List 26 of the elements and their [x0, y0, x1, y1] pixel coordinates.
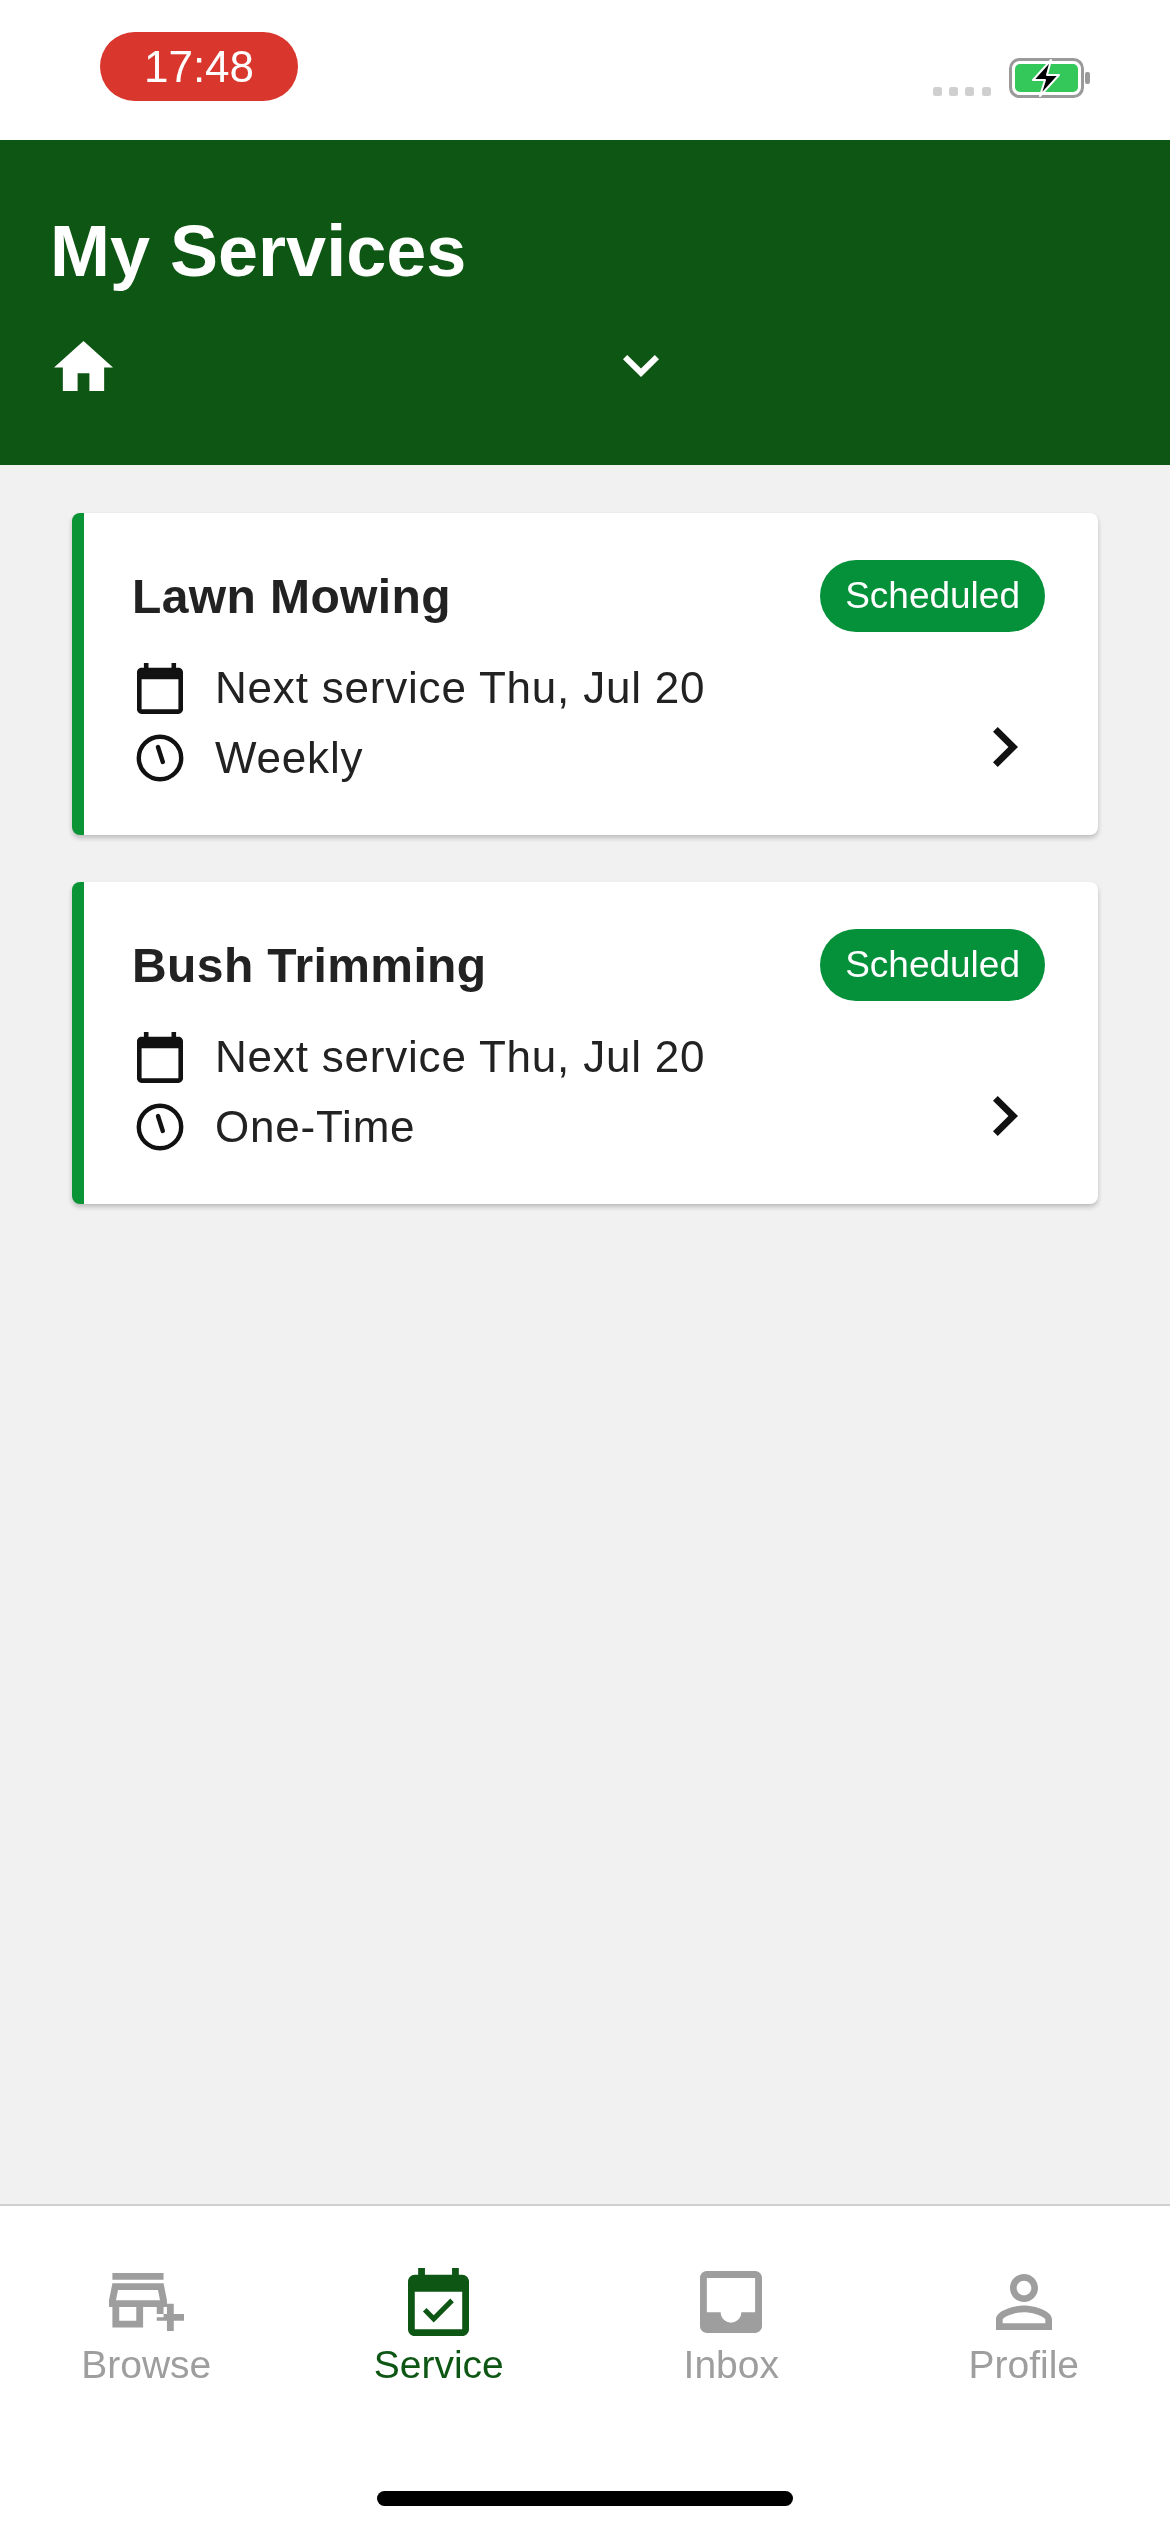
frequency-text: Weekly [215, 733, 364, 783]
status-badge: Scheduled [820, 560, 1045, 632]
clock-icon [136, 1103, 184, 1151]
storefront-plus-icon [108, 2273, 184, 2331]
battery-charging-icon [1009, 58, 1090, 98]
service-card[interactable]: Bush Trimming Scheduled Next service Thu, Jul 20 One-Time [72, 882, 1098, 1204]
service-name: Bush Trimming [132, 937, 487, 993]
chevron-right-icon[interactable] [993, 1096, 1018, 1136]
inbox-tray-icon [700, 2271, 763, 2333]
service-name: Lawn Mowing [132, 568, 452, 624]
status-badge: Scheduled [820, 929, 1045, 1001]
status-time: 17:48 [100, 32, 298, 101]
calendar-icon [137, 662, 183, 714]
next-service-text: Next service Thu, Jul 20 [215, 663, 706, 713]
person-icon [995, 2274, 1052, 2330]
signal-icon [933, 87, 991, 96]
frequency-text: One-Time [215, 1102, 416, 1152]
chevron-down-icon[interactable] [623, 355, 659, 377]
chevron-right-icon[interactable] [993, 727, 1018, 767]
clock-icon [136, 734, 184, 782]
calendar-check-icon [408, 2268, 470, 2336]
calendar-icon [137, 1031, 183, 1083]
tab-bar-item[interactable]: Service [373, 2266, 504, 2384]
home-icon[interactable] [54, 341, 113, 391]
service-card[interactable]: Lawn Mowing Scheduled Next service Thu, Jul 20 Weekly [72, 513, 1098, 835]
next-service-text: Next service Thu, Jul 20 [215, 1032, 706, 1082]
